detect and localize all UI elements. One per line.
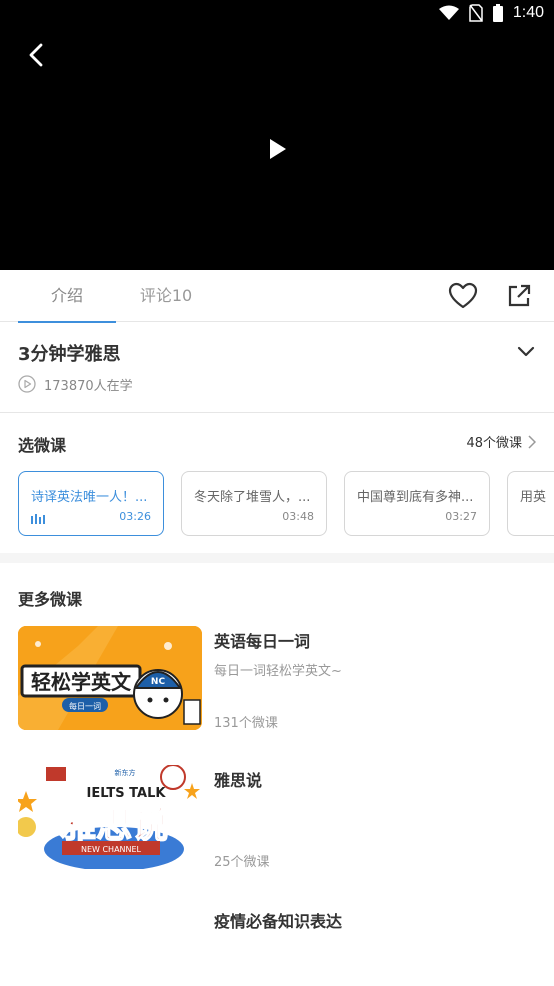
status-bar: 1:40 xyxy=(0,0,554,30)
course-item-count: 131个微课 xyxy=(214,716,278,731)
more-lessons-heading: 更多微课 xyxy=(18,590,83,609)
course-item-count: 25个微课 xyxy=(214,855,270,870)
thumb-top: IELTS TALK xyxy=(87,786,167,801)
playing-bars-icon xyxy=(31,514,45,524)
share-icon[interactable] xyxy=(506,283,532,309)
video-player[interactable]: 1:40 xyxy=(0,0,554,270)
back-arrow-icon[interactable] xyxy=(22,40,52,70)
lesson-title: 诗译英法唯一人！... xyxy=(31,490,148,505)
wifi-icon xyxy=(438,5,459,20)
thumb-illustration: 轻松学英文 每日一词 NC xyxy=(18,626,202,730)
lesson-count: 48个微课 xyxy=(466,436,522,451)
lesson-card[interactable]: 中国尊到底有多神... 03:27 xyxy=(344,471,490,536)
lesson-title: 用英 xyxy=(520,490,547,505)
no-sim-icon xyxy=(469,4,483,22)
heart-icon[interactable] xyxy=(448,282,478,310)
thumb-illustration: 新东方 IELTS TALK 雅思说 NEW CHANNEL xyxy=(18,765,202,869)
course-item-title: 疫情必备知识表达 xyxy=(214,912,343,931)
course-item[interactable]: 疫情必备知识表达 xyxy=(18,906,538,966)
lesson-duration: 03:26 xyxy=(119,510,151,523)
thumb-subtitle: 每日一词 xyxy=(69,701,101,711)
lesson-title: 中国尊到底有多神... xyxy=(357,490,474,505)
thumb-title: 轻松学英文 xyxy=(31,670,132,694)
course-item-desc: 每日一词轻松学英文~ xyxy=(214,664,342,679)
lesson-card[interactable]: 冬天除了堆雪人，... 03:48 xyxy=(181,471,327,536)
course-thumbnail: 轻松学英文 每日一词 NC xyxy=(18,626,202,730)
chevron-down-icon[interactable] xyxy=(514,340,538,364)
battery-icon xyxy=(492,4,503,22)
section-divider xyxy=(0,553,554,563)
play-circle-icon xyxy=(18,375,36,393)
learners-info: 173870人在学 xyxy=(18,374,133,394)
course-item-title: 雅思说 xyxy=(214,771,263,790)
svg-text:新东方: 新东方 xyxy=(115,768,136,777)
thumb-title: 雅思说 xyxy=(60,805,168,846)
play-icon[interactable] xyxy=(262,134,292,164)
status-time: 1:40 xyxy=(512,4,544,21)
learners-count: 173870人在学 xyxy=(44,378,133,394)
thumb-subtitle: NEW CHANNEL xyxy=(81,845,142,854)
thumb-badge: NC xyxy=(151,677,166,687)
lesson-duration: 03:27 xyxy=(445,510,477,523)
course-item-title: 英语每日一词 xyxy=(214,632,311,651)
course-thumbnail: 新东方 IELTS TALK 雅思说 NEW CHANNEL xyxy=(18,765,202,869)
lesson-duration: 03:48 xyxy=(282,510,314,523)
divider xyxy=(0,412,554,413)
lesson-card[interactable]: 用英 xyxy=(507,471,554,536)
lesson-card[interactable]: 诗译英法唯一人！... 03:26 xyxy=(18,471,164,536)
course-item[interactable]: 新东方 IELTS TALK 雅思说 NEW CHANNEL 雅思说 25个微课 xyxy=(18,765,538,875)
course-title: 3分钟学雅思 xyxy=(18,344,121,365)
all-lessons-link[interactable]: 48个微课 xyxy=(466,432,536,451)
tab-comments[interactable]: 评论10 xyxy=(128,270,204,322)
select-lessons-heading: 选微课 xyxy=(18,436,67,455)
course-item[interactable]: 轻松学英文 每日一词 NC 英语每日一词 每日一词轻松学英文~ 131个微课 xyxy=(18,626,538,736)
chevron-right-icon xyxy=(528,434,536,449)
tab-intro[interactable]: 介绍 xyxy=(18,270,116,323)
lesson-title: 冬天除了堆雪人，... xyxy=(194,490,311,505)
